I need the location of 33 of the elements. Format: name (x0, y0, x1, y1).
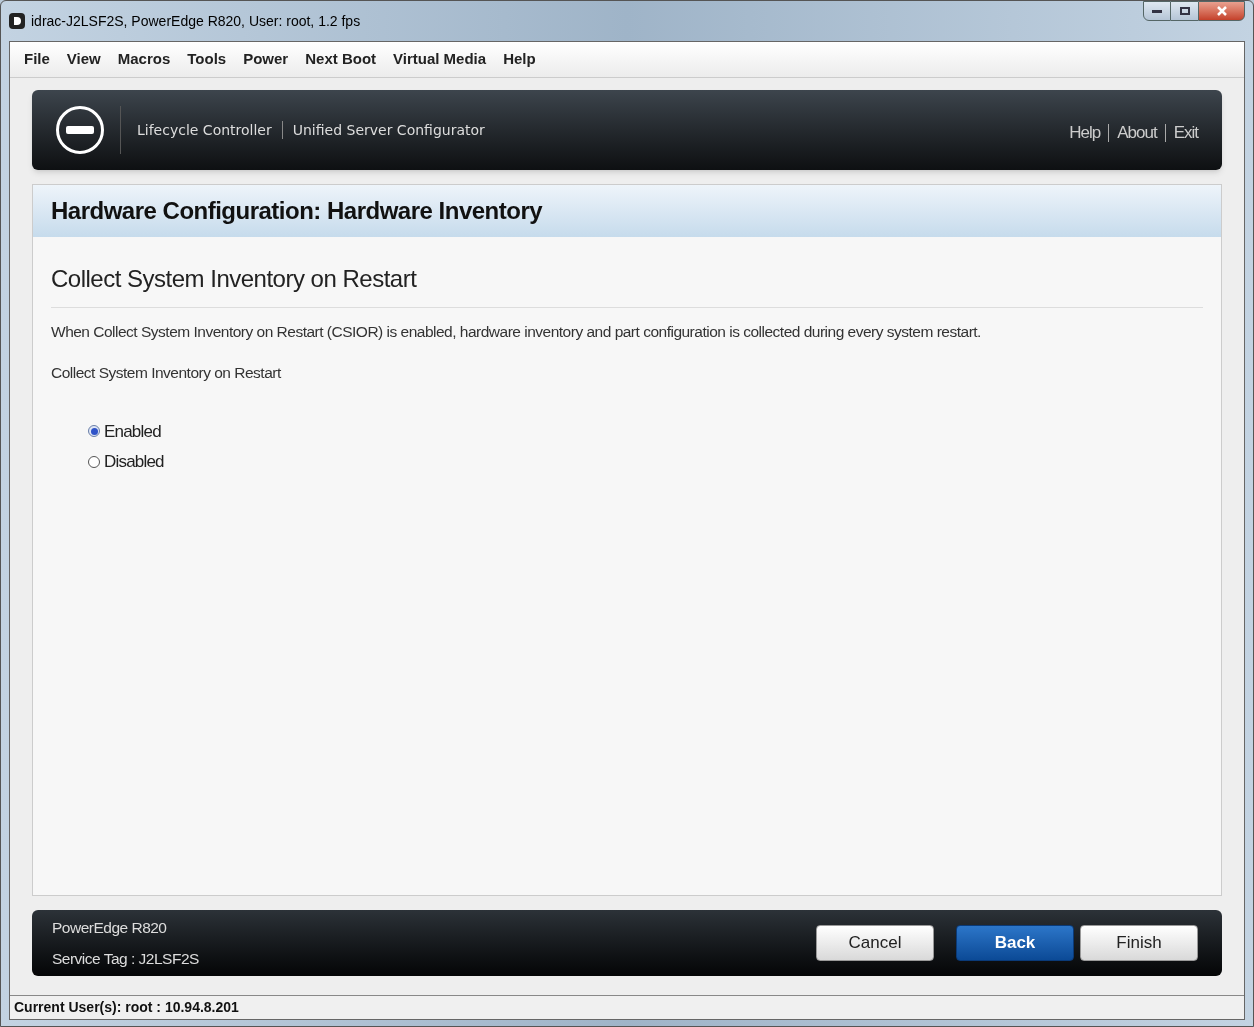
menu-item[interactable]: Next Boot (305, 48, 377, 71)
page-title: Hardware Configuration: Hardware Inventory (51, 196, 543, 226)
header-link[interactable]: Help (1069, 120, 1101, 146)
radio-option[interactable]: Enabled (88, 418, 1203, 444)
close-button[interactable] (1198, 1, 1245, 21)
description-text: When Collect System Inventory on Restart (CSIOR) is enabled, hardware inventory and part configuration is collected during every system restart. (51, 322, 982, 342)
model-name: PowerEdge R820 (52, 917, 168, 938)
menu-item[interactable]: File (24, 48, 50, 71)
maximize-icon (1179, 7, 1190, 15)
service-tag: Service Tag : J2LSF2S (52, 947, 199, 971)
radio-option[interactable]: Disabled (88, 449, 1203, 475)
window-title: idrac-J2LSF2S, PowerEdge R820, User: root, 1.2 fps (31, 11, 361, 31)
menu-item[interactable]: Help (503, 48, 536, 71)
menu-item[interactable]: Macros (117, 48, 171, 71)
maximize-button[interactable] (1171, 1, 1198, 21)
header-link[interactable]: About (1117, 120, 1157, 146)
field-label: Collect System Inventory on Restart (51, 363, 282, 384)
product-name: Lifecycle Controller (137, 120, 272, 140)
menu-item[interactable]: Power (243, 48, 289, 71)
app-icon (9, 13, 25, 29)
footer-button[interactable]: Back (956, 925, 1074, 961)
minimize-button[interactable] (1143, 1, 1171, 21)
footer-button[interactable]: Cancel (816, 925, 934, 961)
footer-button[interactable]: Finish (1080, 925, 1198, 961)
header-link[interactable]: Exit (1173, 120, 1198, 146)
menu-item[interactable]: Virtual Media (393, 48, 487, 71)
product-subtitle: Unified Server Configurator (292, 120, 485, 140)
minimize-icon (1152, 9, 1162, 13)
menu-item[interactable]: View (66, 48, 101, 71)
status-bar-text: Current User(s): root : 10.94.8.201 (14, 998, 239, 1017)
menu-item[interactable]: Tools (187, 48, 227, 71)
section-heading: Collect System Inventory on Restart (51, 265, 417, 292)
close-icon (1215, 6, 1228, 16)
